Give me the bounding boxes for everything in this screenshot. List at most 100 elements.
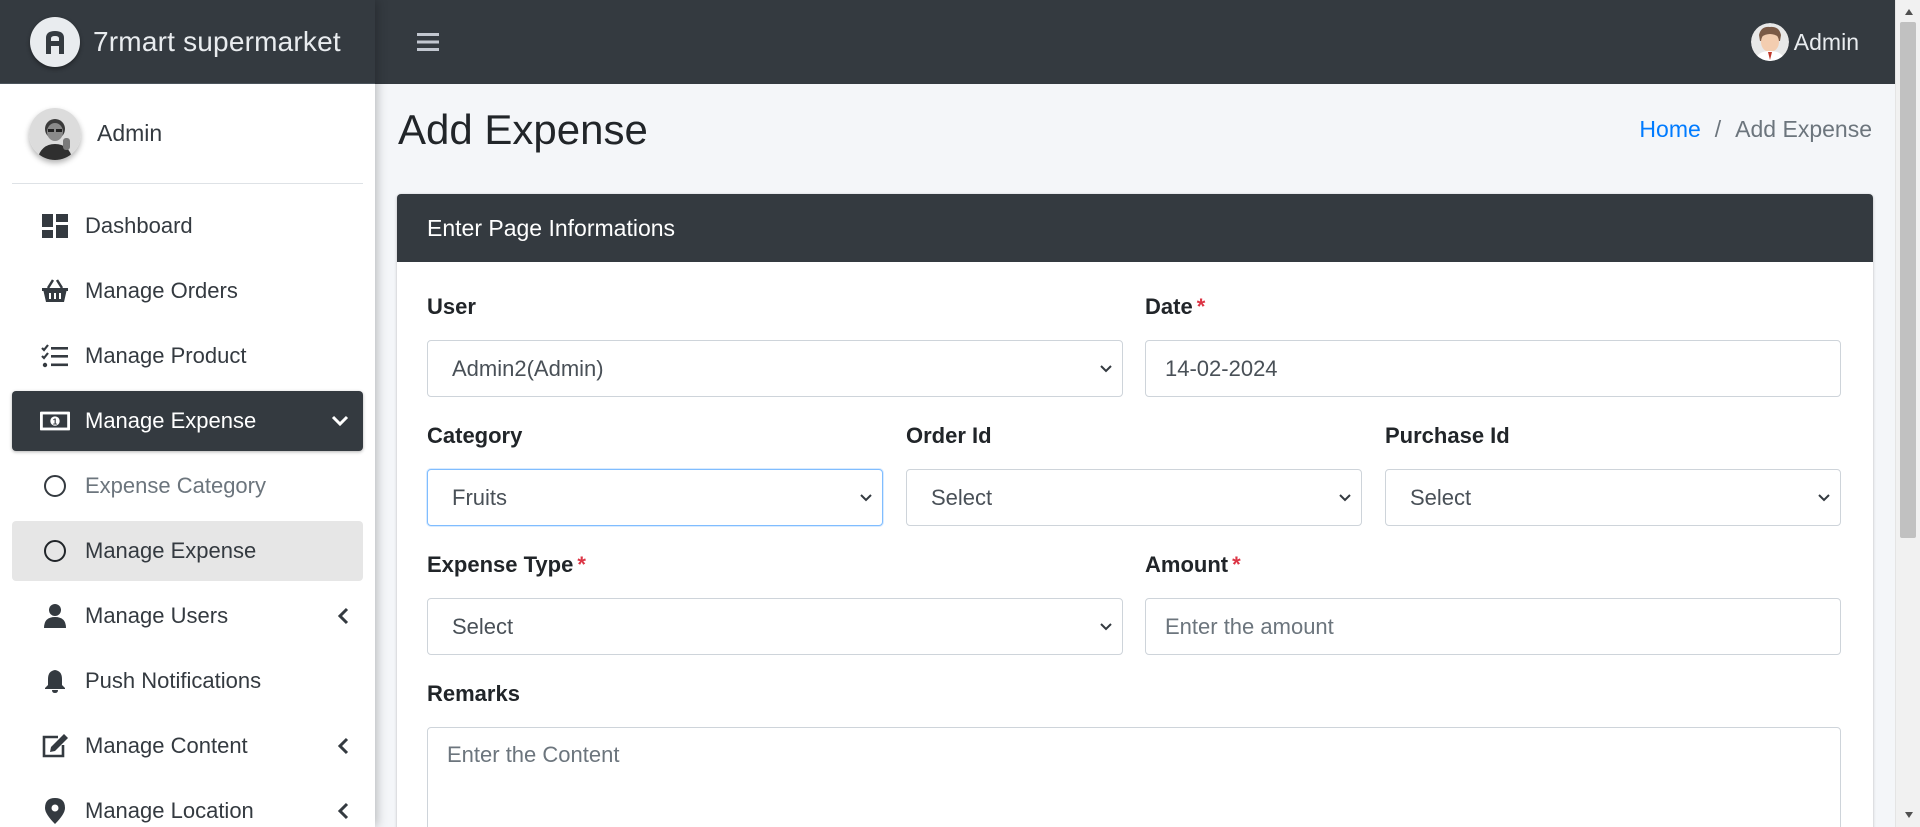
expense-type-field-group: Expense Type * Select [427, 552, 1123, 655]
scrollbar-thumb[interactable] [1900, 22, 1916, 538]
date-field-group: Date * 14-02-2024 [1145, 294, 1841, 397]
user-select[interactable]: Admin2(Admin) [427, 340, 1123, 397]
tasks-icon [40, 341, 70, 371]
remarks-textarea-placeholder: Enter the Content [447, 742, 620, 767]
order-id-select[interactable]: Select [906, 469, 1362, 526]
chevron-down-icon [1335, 488, 1355, 508]
expense-form-card: Enter Page Informations User Admin2(Admi… [397, 194, 1873, 827]
brand-name: 7rmart supermarket [93, 25, 341, 57]
sidebar-item-expense-category[interactable]: Expense Category [12, 456, 363, 516]
sidebar-item-label: Expense Category [85, 473, 266, 498]
circle-icon [40, 471, 70, 501]
breadcrumb: Home / Add Expense [1639, 116, 1872, 143]
date-input[interactable]: 14-02-2024 [1145, 340, 1841, 397]
amount-input-placeholder: Enter the amount [1165, 613, 1334, 639]
sidebar-item-manage-expense[interactable]: 1 Manage Expense [12, 391, 363, 451]
required-asterisk: * [1196, 294, 1206, 319]
user-select-value: Admin2(Admin) [452, 355, 604, 381]
sidebar-item-label: Manage Content [85, 733, 248, 758]
top-navbar: Admin [375, 0, 1895, 84]
sidebar-item-manage-content[interactable]: Manage Content [12, 716, 363, 776]
amount-field-group: Amount * Enter the amount [1145, 552, 1841, 655]
chevron-down-icon [1814, 488, 1834, 508]
sidebar-item-manage-orders[interactable]: Manage Orders [12, 261, 363, 321]
user-label: User [427, 294, 476, 319]
basket-icon [40, 276, 70, 306]
chevron-down-icon [1096, 359, 1116, 379]
brand-link[interactable]: 7rmart supermarket [0, 0, 375, 84]
bell-icon [40, 666, 70, 696]
scroll-up-arrow-icon[interactable] [1896, 2, 1920, 22]
order-id-field-group: Order Id Select [906, 423, 1362, 526]
user-panel: Admin [12, 84, 363, 184]
order-id-select-value: Select [931, 484, 993, 510]
top-user-name: Admin [1793, 28, 1859, 55]
category-field-group: Category Fruits [427, 423, 883, 526]
sidebar-item-label: Manage Expense [85, 538, 257, 563]
sidebar-item-manage-expense-sub[interactable]: Manage Expense [12, 521, 363, 581]
sidebar-item-manage-location[interactable]: Manage Location [12, 781, 363, 827]
remarks-field-group: Remarks Enter the Content [427, 681, 1841, 827]
sidebar-item-label: Dashboard [85, 213, 193, 238]
remarks-label: Remarks [427, 681, 520, 706]
top-user-avatar [1750, 23, 1789, 61]
purchase-id-label: Purchase Id [1385, 423, 1510, 448]
category-select[interactable]: Fruits [427, 469, 883, 526]
sidebar-item-dashboard[interactable]: Dashboard [12, 196, 363, 256]
page-title: Add Expense [398, 106, 648, 153]
hamburger-icon[interactable] [410, 24, 446, 60]
required-asterisk: * [577, 552, 586, 577]
user-field-group: User Admin2(Admin) [427, 294, 1123, 397]
card-header: Enter Page Informations [397, 194, 1873, 262]
amount-input[interactable]: Enter the amount [1145, 598, 1841, 655]
expense-type-select-value: Select [452, 613, 514, 639]
order-id-label: Order Id [906, 423, 992, 448]
sidebar-user-name[interactable]: Admin [97, 120, 162, 147]
brand-logo-icon [30, 16, 80, 67]
date-label: Date * [1145, 294, 1206, 319]
required-asterisk: * [1232, 552, 1241, 577]
edit-icon [40, 731, 70, 761]
sidebar-item-manage-product[interactable]: Manage Product [12, 326, 363, 386]
sidebar-item-label: Manage Expense [85, 408, 257, 433]
sidebar-item-push-notifications[interactable]: Push Notifications [12, 651, 363, 711]
money-bill-icon: 1 [40, 406, 70, 436]
purchase-id-select-value: Select [1410, 484, 1472, 510]
map-marker-icon [40, 796, 70, 826]
top-user-menu[interactable]: Admin [1750, 0, 1859, 84]
sidebar-nav: Dashboard Manage Orders Manage Product 1… [0, 184, 375, 827]
card-title: Enter Page Informations [427, 214, 676, 241]
scroll-down-arrow-icon[interactable] [1896, 805, 1920, 825]
page-scrollbar[interactable] [1895, 0, 1920, 827]
sidebar-item-label: Manage Location [85, 798, 254, 823]
user-avatar[interactable] [29, 107, 81, 160]
breadcrumb-current: Add Expense [1735, 116, 1872, 142]
remarks-textarea[interactable]: Enter the Content [427, 727, 1841, 827]
sidebar-item-manage-users[interactable]: Manage Users [12, 586, 363, 646]
main-sidebar: 7rmart supermarket Admin Dashboard Manag… [0, 0, 375, 827]
expense-type-select[interactable]: Select [427, 598, 1123, 655]
circle-icon [40, 536, 70, 566]
chevron-down-icon [331, 415, 349, 427]
dashboard-icon [40, 211, 70, 241]
svg-text:1: 1 [53, 416, 58, 426]
breadcrumb-home-link[interactable]: Home [1639, 116, 1700, 143]
expense-type-label: Expense Type * [427, 552, 586, 577]
purchase-id-select[interactable]: Select [1385, 469, 1841, 526]
purchase-id-field-group: Purchase Id Select [1385, 423, 1841, 526]
date-input-value: 14-02-2024 [1165, 355, 1278, 381]
chevron-left-icon [337, 737, 349, 755]
breadcrumb-separator: / [1714, 116, 1722, 142]
user-icon [40, 601, 70, 631]
sidebar-item-label: Push Notifications [85, 668, 262, 693]
category-select-value: Fruits [452, 484, 507, 510]
chevron-left-icon [337, 607, 349, 625]
sidebar-item-label: Manage Users [85, 603, 229, 628]
chevron-left-icon [337, 802, 349, 820]
sidebar-item-label: Manage Orders [85, 278, 238, 303]
chevron-down-icon [1096, 617, 1116, 637]
amount-label: Amount * [1145, 552, 1241, 577]
chevron-down-icon [856, 488, 876, 508]
sidebar-item-label: Manage Product [85, 343, 247, 368]
category-label: Category [427, 423, 523, 448]
